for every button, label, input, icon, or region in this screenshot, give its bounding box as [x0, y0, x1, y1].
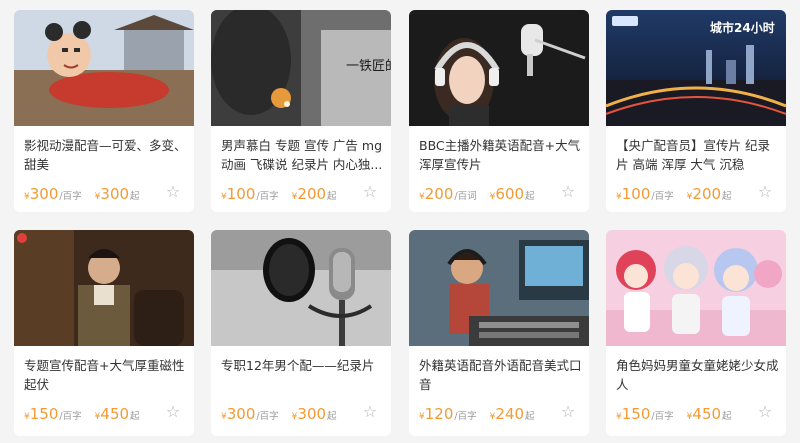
min-price: 200 [692, 185, 722, 203]
price-suffix: 起 [130, 411, 140, 422]
card-thumbnail[interactable]: 一铁匠的初 [211, 10, 391, 126]
favorite-star-icon[interactable]: ☆ [164, 403, 182, 421]
price-unit: /百字 [59, 191, 82, 202]
card-title[interactable]: 专职12年男个配——纪录片 [221, 356, 385, 400]
favorite-star-icon[interactable]: ☆ [361, 183, 379, 201]
unit-price: 100 [621, 185, 651, 203]
card-title[interactable]: 【央广配音员】宣传片 纪录片 高端 浑厚 大气 沉稳 [616, 136, 780, 180]
unit-price: 300 [29, 185, 59, 203]
favorite-star-icon[interactable]: ☆ [756, 403, 774, 421]
unit-price: 150 [621, 405, 651, 423]
service-card[interactable]: BBC主播外籍英语配音+大气浑厚宣传片 ¥200/百词 ¥600起 ☆ [409, 10, 589, 212]
price-suffix: 起 [525, 411, 535, 422]
card-thumbnail[interactable] [211, 230, 391, 346]
card-title[interactable]: 外籍英语配音外语配音美式口音 [419, 356, 583, 400]
unit-price: 300 [226, 405, 256, 423]
service-card[interactable]: 城市24小时 【央广配音员】宣传片 纪录片 高端 浑厚 大气 沉稳 ¥100/百… [606, 10, 786, 212]
service-grid: 影视动漫配音—可爱、多变、甜美 ¥300/百字 ¥300起 ☆ 一铁匠的初 男声… [0, 0, 800, 443]
service-card[interactable]: 外籍英语配音外语配音美式口音 ¥120/百字 ¥240起 ☆ [409, 230, 589, 436]
price-unit: /百字 [59, 411, 82, 422]
min-price: 300 [297, 405, 327, 423]
favorite-star-icon[interactable]: ☆ [361, 403, 379, 421]
unit-price: 150 [29, 405, 59, 423]
min-price: 450 [100, 405, 130, 423]
favorite-star-icon[interactable]: ☆ [559, 403, 577, 421]
price-unit: /百字 [651, 191, 674, 202]
card-thumbnail[interactable] [606, 230, 786, 346]
service-card[interactable]: 一铁匠的初 男声慕白 专题 宣传 广告 mg动画 飞碟说 纪录片 内心独... … [211, 10, 391, 212]
unit-price: 200 [424, 185, 454, 203]
service-card[interactable]: 专题宣传配音+大气厚重磁性起伏 ¥150/百字 ¥450起 ☆ [14, 230, 194, 436]
service-card[interactable]: 角色妈妈男童女童姥姥少女成人 ¥150/百字 ¥450起 ☆ [606, 230, 786, 436]
card-thumbnail[interactable] [409, 230, 589, 346]
favorite-star-icon[interactable]: ☆ [756, 183, 774, 201]
card-title[interactable]: 专题宣传配音+大气厚重磁性起伏 [24, 356, 188, 400]
price-unit: /百字 [454, 411, 477, 422]
favorite-star-icon[interactable]: ☆ [559, 183, 577, 201]
favorite-star-icon[interactable]: ☆ [164, 183, 182, 201]
price-unit: /百字 [651, 411, 674, 422]
price-suffix: 起 [722, 191, 732, 202]
price-unit: /百字 [256, 411, 279, 422]
min-price: 450 [692, 405, 722, 423]
service-card[interactable]: 专职12年男个配——纪录片 ¥300/百字 ¥300起 ☆ [211, 230, 391, 436]
thumb-caption: 一铁匠的初 [346, 58, 391, 74]
card-thumbnail[interactable] [14, 10, 194, 126]
unit-price: 100 [226, 185, 256, 203]
card-thumbnail[interactable] [409, 10, 589, 126]
card-title[interactable]: 男声慕白 专题 宣传 广告 mg动画 飞碟说 纪录片 内心独... [221, 136, 385, 180]
card-thumbnail[interactable]: 城市24小时 [606, 10, 786, 126]
card-title[interactable]: BBC主播外籍英语配音+大气浑厚宣传片 [419, 136, 583, 180]
price-suffix: 起 [525, 191, 535, 202]
min-price: 200 [297, 185, 327, 203]
min-price: 240 [495, 405, 525, 423]
min-price: 300 [100, 185, 130, 203]
price-suffix: 起 [327, 191, 337, 202]
card-thumbnail[interactable] [14, 230, 194, 346]
service-card[interactable]: 影视动漫配音—可爱、多变、甜美 ¥300/百字 ¥300起 ☆ [14, 10, 194, 212]
thumb-caption: 城市24小时 [710, 20, 775, 35]
price-suffix: 起 [327, 411, 337, 422]
price-unit: /百字 [256, 191, 279, 202]
card-title[interactable]: 角色妈妈男童女童姥姥少女成人 [616, 356, 780, 400]
card-title[interactable]: 影视动漫配音—可爱、多变、甜美 [24, 136, 188, 180]
price-suffix: 起 [722, 411, 732, 422]
price-unit: /百词 [454, 191, 477, 202]
min-price: 600 [495, 185, 525, 203]
price-suffix: 起 [130, 191, 140, 202]
unit-price: 120 [424, 405, 454, 423]
